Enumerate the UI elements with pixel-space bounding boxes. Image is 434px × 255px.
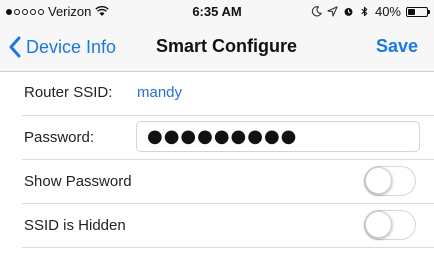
toggle-knob (365, 211, 392, 238)
router-ssid-row: Router SSID: mandy (22, 72, 434, 116)
battery-icon (406, 6, 430, 17)
router-ssid-value: mandy (137, 84, 183, 101)
password-field[interactable] (136, 121, 420, 152)
ssid-hidden-label: SSID is Hidden (24, 217, 126, 234)
ssid-hidden-toggle[interactable] (364, 210, 416, 240)
status-bar: Verizon 6:35 AM 40% (0, 0, 434, 22)
page-title: Smart Configure (156, 36, 298, 56)
back-button[interactable]: Device Info (8, 36, 116, 58)
status-right: 40% (311, 4, 430, 19)
navigation-bar: Device Info Smart Configure Save (0, 22, 434, 72)
ssid-hidden-row: SSID is Hidden (22, 204, 434, 248)
battery-fill (408, 8, 416, 15)
alarm-icon (344, 8, 353, 16)
router-ssid-label: Router SSID: (24, 84, 113, 101)
show-password-toggle[interactable] (364, 166, 416, 196)
password-label: Password: (24, 129, 95, 146)
moon-icon (311, 6, 322, 17)
location-icon (327, 6, 338, 17)
save-button[interactable]: Save (376, 36, 418, 57)
back-button-label: Device Info (26, 36, 117, 57)
show-password-label: Show Password (24, 173, 132, 190)
password-row: Password: (22, 116, 434, 160)
battery-percent: 40% (374, 4, 401, 19)
toggle-knob (365, 167, 392, 194)
show-password-row: Show Password (22, 160, 434, 204)
chevron-left-icon (9, 36, 21, 58)
bluetooth-icon (361, 6, 368, 17)
